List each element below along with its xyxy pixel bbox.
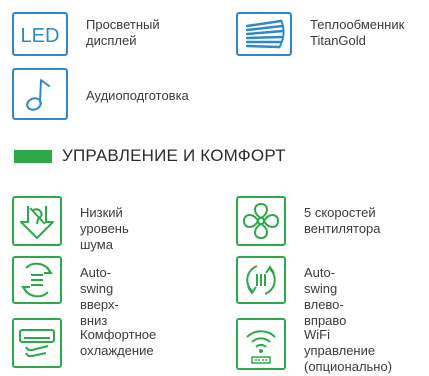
- heat-exchanger-icon: [236, 12, 292, 56]
- fan-icon: [236, 196, 286, 246]
- feature-label: Низкий уровень шума: [80, 205, 129, 252]
- feature-label: Теплообменник TitanGold: [310, 17, 405, 48]
- feature-label: Auto-swing вверх-вниз: [80, 265, 119, 328]
- feature-label: Auto-swing влево-вправо: [304, 265, 347, 328]
- feature-label: WiFi управление (опционально): [304, 327, 393, 374]
- section-title: УПРАВЛЕНИЕ И КОМФОРТ: [62, 146, 286, 165]
- comfort-cooling-icon: [12, 318, 62, 368]
- feature-label: Просветный дисплей: [86, 17, 160, 48]
- led-display-icon: LED: [12, 12, 68, 56]
- music-note-icon: [12, 68, 68, 120]
- horizontal-swing-icon: [236, 256, 286, 304]
- wifi-icon: [236, 318, 286, 370]
- vertical-swing-icon: [12, 256, 62, 304]
- low-noise-icon: [12, 196, 62, 246]
- feature-label: Аудиоподготовка: [86, 88, 189, 103]
- svg-text:LED: LED: [21, 25, 60, 47]
- section-bar: [14, 149, 52, 163]
- feature-label: Комфортное охлаждение: [80, 327, 157, 358]
- section-header: УПРАВЛЕНИЕ И КОМФОРТ: [14, 144, 286, 168]
- feature-label: 5 скоростей вентилятора: [304, 205, 381, 236]
